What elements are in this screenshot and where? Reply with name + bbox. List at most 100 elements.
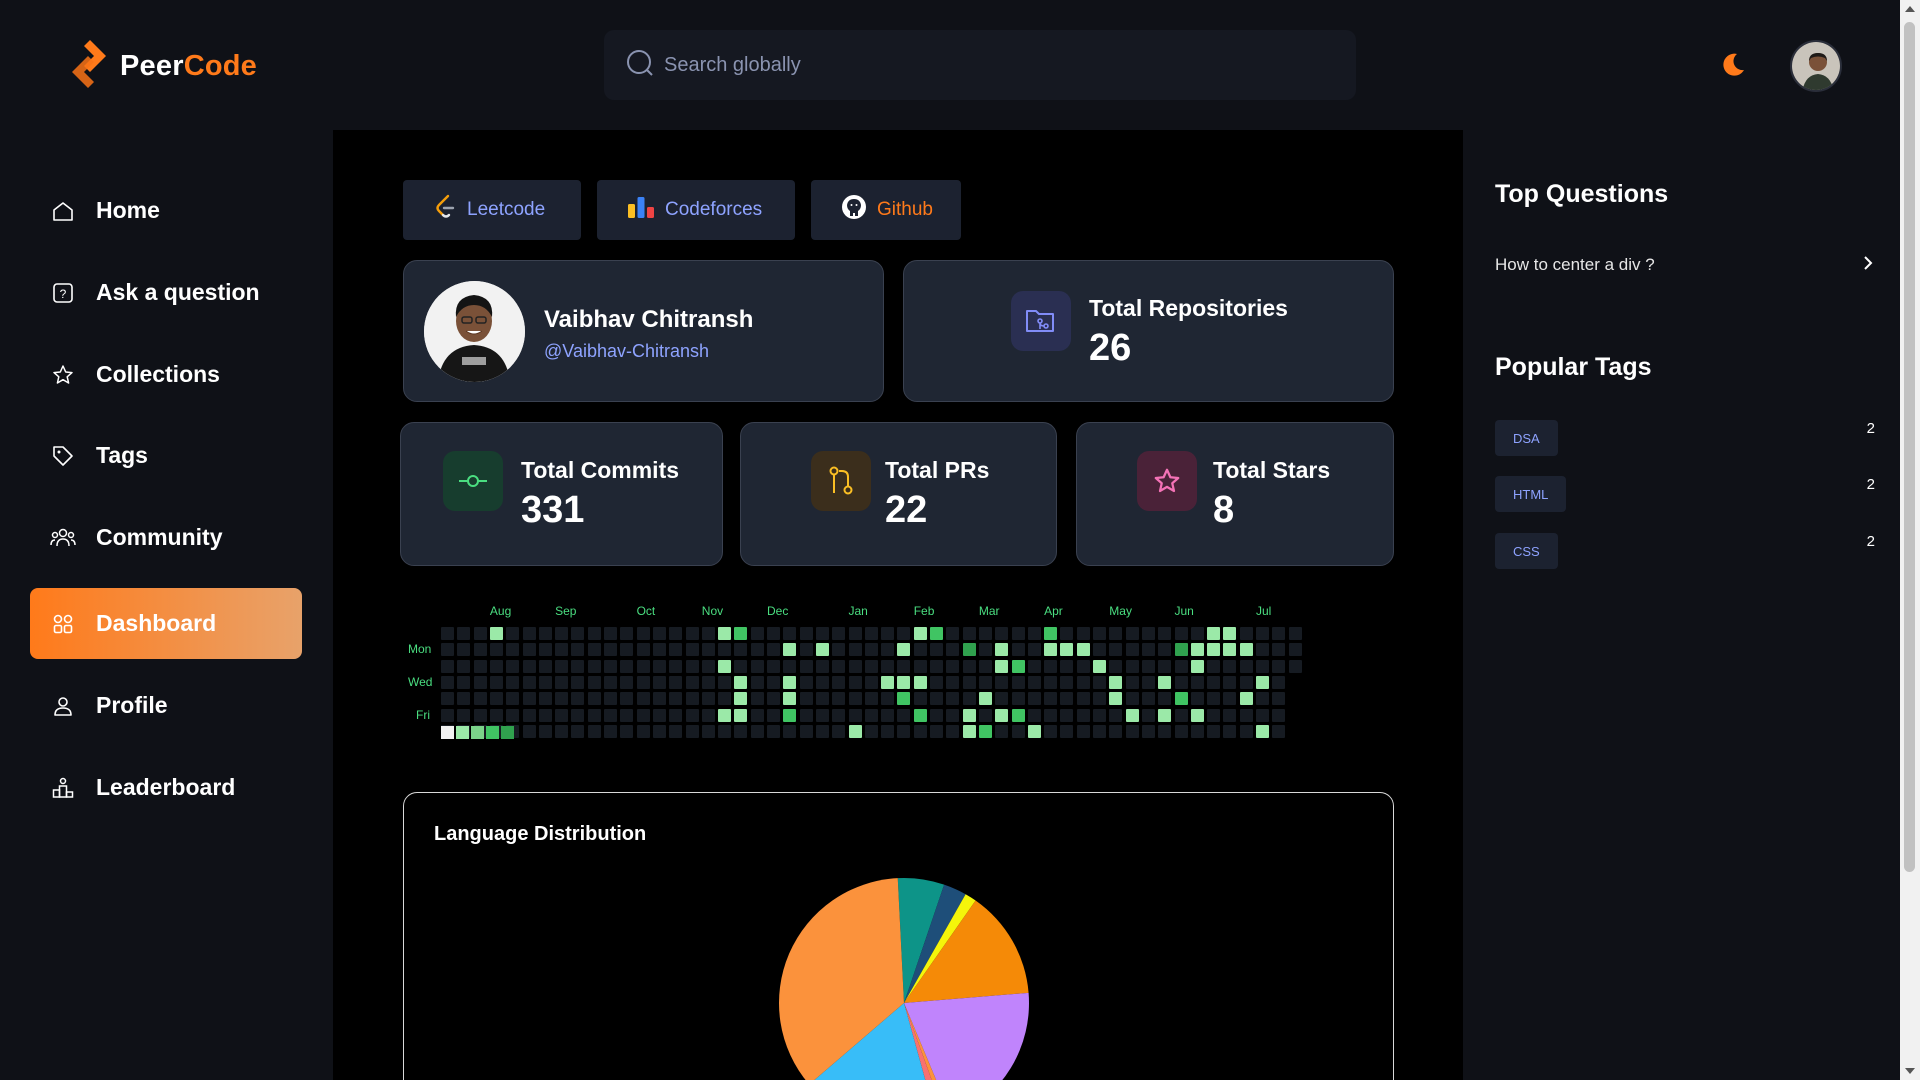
heatmap-cell[interactable] xyxy=(1174,708,1188,722)
heatmap-cell[interactable] xyxy=(881,692,895,706)
heatmap-cell[interactable] xyxy=(897,692,911,706)
heatmap-cell[interactable] xyxy=(457,675,471,689)
heatmap-cell[interactable] xyxy=(897,708,911,722)
heatmap-cell[interactable] xyxy=(701,643,715,657)
heatmap-cell[interactable] xyxy=(718,692,732,706)
heatmap-cell[interactable] xyxy=(522,643,536,657)
user-avatar[interactable] xyxy=(1790,40,1842,92)
heatmap-cell[interactable] xyxy=(473,627,487,640)
heatmap-cell[interactable] xyxy=(555,692,569,706)
heatmap-cell[interactable] xyxy=(1141,643,1155,657)
heatmap-cell[interactable] xyxy=(978,724,992,738)
sidebar-item-community[interactable]: Community xyxy=(30,502,302,573)
heatmap-cell[interactable] xyxy=(538,724,552,738)
heatmap-cell[interactable] xyxy=(1076,659,1090,673)
sidebar-item-tags[interactable]: Tags xyxy=(30,420,302,491)
sidebar-item-home[interactable]: Home xyxy=(30,175,302,246)
heatmap-cell[interactable] xyxy=(978,692,992,706)
heatmap-cell[interactable] xyxy=(1109,708,1123,722)
heatmap-cell[interactable] xyxy=(652,675,666,689)
heatmap-cell[interactable] xyxy=(555,724,569,738)
heatmap-cell[interactable] xyxy=(587,724,601,738)
heatmap-cell[interactable] xyxy=(701,724,715,738)
heatmap-cell[interactable] xyxy=(1093,643,1106,657)
tab-leetcode[interactable]: Leetcode xyxy=(403,180,581,240)
heatmap-cell[interactable] xyxy=(571,627,585,640)
heatmap-cell[interactable] xyxy=(1272,675,1286,689)
heatmap-cell[interactable] xyxy=(1011,675,1025,689)
heatmap-cell[interactable] xyxy=(1256,708,1269,722)
heatmap-cell[interactable] xyxy=(604,675,617,689)
heatmap-cell[interactable] xyxy=(799,627,813,640)
heatmap-cell[interactable] xyxy=(962,627,976,640)
heatmap-cell[interactable] xyxy=(864,659,878,673)
heatmap-cell[interactable] xyxy=(783,708,797,722)
heatmap-cell[interactable] xyxy=(1288,659,1302,673)
heatmap-cell[interactable] xyxy=(587,627,601,640)
heatmap-cell[interactable] xyxy=(669,724,683,738)
heatmap-cell[interactable] xyxy=(1207,627,1221,640)
heatmap-cell[interactable] xyxy=(1207,675,1221,689)
heatmap-cell[interactable] xyxy=(1093,675,1106,689)
heatmap-cell[interactable] xyxy=(604,724,617,738)
heatmap-cell[interactable] xyxy=(930,708,943,722)
heatmap-cell[interactable] xyxy=(489,675,503,689)
heatmap-cell[interactable] xyxy=(783,675,797,689)
heatmap-cell[interactable] xyxy=(815,659,829,673)
heatmap-cell[interactable] xyxy=(669,692,683,706)
heatmap-cell[interactable] xyxy=(1288,643,1302,657)
heatmap-cell[interactable] xyxy=(522,627,536,640)
heatmap-cell[interactable] xyxy=(1158,659,1172,673)
heatmap-cell[interactable] xyxy=(571,692,585,706)
heatmap-cell[interactable] xyxy=(1190,724,1204,738)
heatmap-cell[interactable] xyxy=(913,708,927,722)
heatmap-cell[interactable] xyxy=(701,708,715,722)
heatmap-cell[interactable] xyxy=(652,643,666,657)
heatmap-cell[interactable] xyxy=(962,708,976,722)
heatmap-cell[interactable] xyxy=(620,724,634,738)
scroll-up-arrow-icon[interactable] xyxy=(1905,6,1915,12)
heatmap-cell[interactable] xyxy=(995,708,1009,722)
heatmap-cell[interactable] xyxy=(441,692,454,706)
heatmap-cell[interactable] xyxy=(1158,692,1172,706)
heatmap-cell[interactable] xyxy=(832,659,846,673)
heatmap-cell[interactable] xyxy=(1141,675,1155,689)
heatmap-cell[interactable] xyxy=(1223,724,1237,738)
heatmap-cell[interactable] xyxy=(685,659,699,673)
heatmap-cell[interactable] xyxy=(457,692,471,706)
heatmap-cell[interactable] xyxy=(815,724,829,738)
heatmap-cell[interactable] xyxy=(604,692,617,706)
heatmap-cell[interactable] xyxy=(636,675,650,689)
heatmap-cell[interactable] xyxy=(1044,708,1058,722)
heatmap-cell[interactable] xyxy=(473,659,487,673)
heatmap-cell[interactable] xyxy=(848,692,862,706)
search-input[interactable]: Search globally xyxy=(664,54,801,77)
heatmap-cell[interactable] xyxy=(1044,692,1058,706)
heatmap-cell[interactable] xyxy=(881,724,895,738)
heatmap-cell[interactable] xyxy=(538,643,552,657)
heatmap-cell[interactable] xyxy=(783,627,797,640)
heatmap-cell[interactable] xyxy=(1256,643,1269,657)
heatmap-cell[interactable] xyxy=(718,659,732,673)
heatmap-cell[interactable] xyxy=(457,708,471,722)
heatmap-cell[interactable] xyxy=(734,659,748,673)
heatmap-cell[interactable] xyxy=(864,627,878,640)
heatmap-cell[interactable] xyxy=(881,643,895,657)
heatmap-cell[interactable] xyxy=(1272,692,1286,706)
heatmap-cell[interactable] xyxy=(1044,675,1058,689)
heatmap-cell[interactable] xyxy=(1076,692,1090,706)
heatmap-cell[interactable] xyxy=(1190,643,1204,657)
heatmap-cell[interactable] xyxy=(718,708,732,722)
heatmap-cell[interactable] xyxy=(489,708,503,722)
heatmap-cell[interactable] xyxy=(815,675,829,689)
heatmap-cell[interactable] xyxy=(848,659,862,673)
heatmap-cell[interactable] xyxy=(767,659,780,673)
heatmap-cell[interactable] xyxy=(587,708,601,722)
heatmap-cell[interactable] xyxy=(930,724,943,738)
heatmap-cell[interactable] xyxy=(1174,627,1188,640)
heatmap-cell[interactable] xyxy=(701,659,715,673)
heatmap-cell[interactable] xyxy=(1190,675,1204,689)
heatmap-cell[interactable] xyxy=(881,675,895,689)
heatmap-cell[interactable] xyxy=(718,627,732,640)
heatmap-cell[interactable] xyxy=(620,627,634,640)
